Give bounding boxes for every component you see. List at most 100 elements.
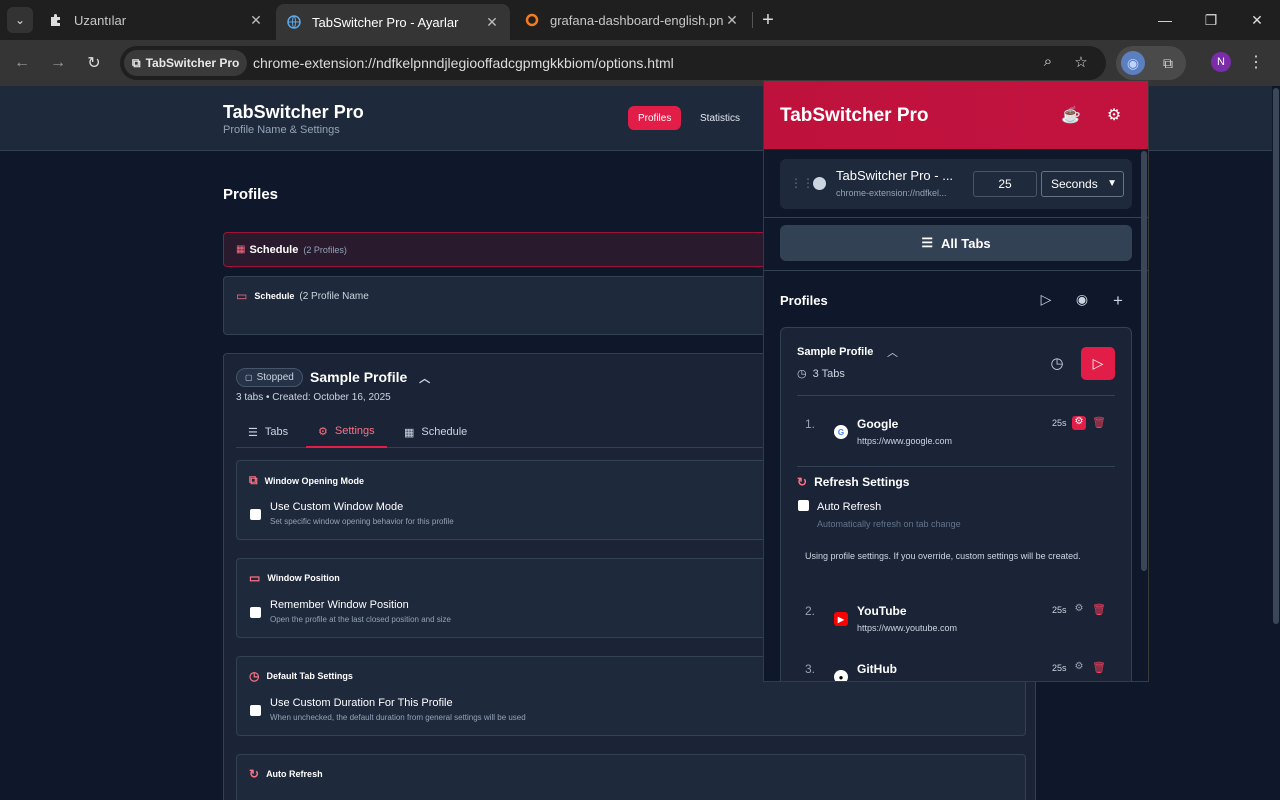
profile-tab-count: ◷ 3 Tabs xyxy=(797,367,845,380)
schedule-row: ▭ Schedule (2 Profile Name xyxy=(236,289,369,303)
duration-unit-select[interactable]: Seconds ▼ xyxy=(1041,171,1124,197)
tab-duration: 25s xyxy=(1052,418,1067,428)
close-tab-icon[interactable]: ✕ xyxy=(724,12,740,29)
nav-profiles[interactable]: Profiles xyxy=(628,106,682,130)
eye-icon[interactable]: ◉ xyxy=(1072,291,1092,311)
browser-tab-options[interactable]: TabSwitcher Pro - Ayarlar ✕ xyxy=(276,4,510,40)
page-scrollbar-thumb[interactable] xyxy=(1273,88,1279,624)
tab-schedule[interactable]: ▦ Schedule xyxy=(392,416,479,448)
popup-scrollbar-thumb[interactable] xyxy=(1141,151,1147,571)
list-item[interactable]: 2. ▶ YouTube https://www.youtube.com 25s… xyxy=(797,603,1115,644)
browser-tab-extensions[interactable]: Uzantılar ✕ xyxy=(38,0,274,40)
external-link-icon: ⧉ xyxy=(249,473,258,487)
duration-unit-value: Seconds xyxy=(1051,177,1098,191)
auto-refresh-checkbox[interactable] xyxy=(798,500,809,511)
play-profile-button[interactable]: ▷ xyxy=(1081,347,1115,380)
tab-count-text: 3 Tabs xyxy=(812,368,845,380)
list-item[interactable]: 1. G Google https://www.google.com 25s ⚙… xyxy=(797,416,1115,457)
close-tab-icon[interactable]: ✕ xyxy=(484,14,500,31)
stop-icon: ▢ xyxy=(245,373,253,382)
refresh-icon: ↻ xyxy=(249,767,260,781)
new-tab-button[interactable]: + xyxy=(758,9,778,31)
schedule-card-text: (2 Profile Name xyxy=(299,290,369,302)
chevron-up-icon[interactable]: ︿ xyxy=(887,344,898,360)
tab-search-button[interactable]: ⌄ xyxy=(7,7,33,33)
browser-tab-strip: ⌄ Uzantılar ✕ TabSwitcher Pro - Ayarlar … xyxy=(0,0,1280,40)
all-tabs-button[interactable]: ☰ All Tabs xyxy=(780,225,1132,261)
drag-handle-icon[interactable]: ⋮⋮ xyxy=(790,176,814,190)
extensions-puzzle-icon[interactable]: ⧉ xyxy=(1156,51,1180,75)
gear-icon[interactable]: ⚙ xyxy=(1103,105,1125,127)
globe-icon xyxy=(286,14,302,30)
list-item[interactable]: 3. ● GitHub 25s ⚙ 🗑 xyxy=(797,661,1115,681)
forward-button[interactable]: → xyxy=(46,51,70,75)
tab-settings[interactable]: ⚙ Settings xyxy=(306,416,387,448)
current-tab-card: ⋮⋮ TabSwitcher Pro - ... chrome-extensio… xyxy=(780,159,1132,209)
custom-duration-checkbox[interactable] xyxy=(250,705,261,716)
bookmark-star-icon[interactable]: ☆ xyxy=(1071,53,1091,73)
puzzle-icon xyxy=(48,12,64,28)
schedule-clock-icon[interactable]: ◷ xyxy=(1047,354,1067,374)
address-bar[interactable]: ⧉ TabSwitcher Pro chrome-extension://ndf… xyxy=(120,46,1106,80)
menu-kebab-icon[interactable]: ⋮ xyxy=(1246,52,1266,72)
play-icon[interactable]: ▷ xyxy=(1036,291,1056,311)
divider xyxy=(764,270,1148,271)
profile-avatar[interactable]: N xyxy=(1211,52,1231,72)
auto-refresh-desc: Automatically refresh on tab change xyxy=(817,519,961,529)
auto-refresh-note: Using profile settings. If you override,… xyxy=(805,551,1081,561)
list-icon: ☰ xyxy=(248,426,258,439)
browser-tab-grafana[interactable]: grafana-dashboard-english.png ✕ xyxy=(514,0,750,40)
close-window-button[interactable]: ✕ xyxy=(1234,0,1280,40)
trash-icon[interactable]: 🗑 xyxy=(1092,416,1106,429)
tab-settings-icon[interactable]: ⚙ xyxy=(1072,603,1086,617)
setting-option: Use Custom Duration For This Profile xyxy=(270,697,453,709)
nav-label: Statistics xyxy=(700,112,741,124)
url-text[interactable]: chrome-extension://ndfkelpnndjlegiooffad… xyxy=(253,55,674,71)
divider xyxy=(797,466,1115,467)
refresh-title: Refresh Settings xyxy=(814,475,910,489)
add-icon[interactable]: + xyxy=(1108,291,1128,311)
setting-option: Remember Window Position xyxy=(270,599,409,611)
restore-button[interactable]: ❐ xyxy=(1188,0,1234,40)
zoom-icon[interactable]: ⌕ xyxy=(1038,53,1058,73)
app-subtitle: Profile Name & Settings xyxy=(223,124,340,136)
tab-tabs[interactable]: ☰ Tabs xyxy=(236,416,300,448)
globe-icon xyxy=(813,177,826,190)
trash-icon[interactable]: 🗑 xyxy=(1092,661,1106,674)
nav-statistics[interactable]: Statistics xyxy=(690,106,750,130)
setting-title: Window Opening Mode xyxy=(264,475,364,486)
site-info-chip[interactable]: ⧉ TabSwitcher Pro xyxy=(124,50,248,76)
minimize-button[interactable]: — xyxy=(1142,0,1188,40)
gear-icon: ⚙ xyxy=(318,425,328,438)
google-icon: G xyxy=(834,425,848,439)
chevron-down-icon: ▼ xyxy=(1107,178,1117,189)
tab-label: Settings xyxy=(334,425,375,437)
close-tab-icon[interactable]: ✕ xyxy=(248,12,264,29)
profile-name-text: Sample Profile xyxy=(310,369,408,385)
reload-button[interactable]: ↻ xyxy=(82,51,106,75)
back-button[interactable]: ← xyxy=(10,51,34,75)
schedule-card: ▭ Schedule (2 Profile Name xyxy=(223,276,783,335)
trash-icon[interactable]: 🗑 xyxy=(1092,603,1106,616)
tab-settings-icon[interactable]: ⚙ xyxy=(1072,416,1086,430)
tab-label: Schedule xyxy=(421,426,468,438)
chevron-up-icon[interactable]: ︿ xyxy=(419,373,430,385)
profile-name: Sample Profile xyxy=(797,346,874,358)
tabswitcher-extension-icon[interactable]: ◉ xyxy=(1121,51,1145,75)
tab-name: Google xyxy=(857,417,899,431)
tab-title: grafana-dashboard-english.png xyxy=(550,12,724,28)
tab-settings-icon[interactable]: ⚙ xyxy=(1072,661,1086,675)
remember-position-checkbox[interactable] xyxy=(250,607,261,618)
setting-option: Use Custom Window Mode xyxy=(270,501,404,513)
schedule-banner-count: (2 Profiles) xyxy=(303,244,347,255)
setting-title: Default Tab Settings xyxy=(266,671,353,681)
custom-window-mode-checkbox[interactable] xyxy=(250,509,261,520)
github-icon: ● xyxy=(834,670,848,681)
coffee-icon[interactable]: ☕ xyxy=(1060,105,1082,127)
setting-auto-refresh: ↻ Auto Refresh xyxy=(236,754,1026,800)
duration-input[interactable]: 25 xyxy=(973,171,1037,197)
refresh-icon: ↻ xyxy=(797,475,808,489)
extension-popup: TabSwitcher Pro ☕ ⚙ ⋮⋮ TabSwitcher Pro -… xyxy=(763,80,1149,682)
schedule-banner[interactable]: ▦ Schedule (2 Profiles) xyxy=(223,232,783,267)
divider xyxy=(764,217,1148,218)
